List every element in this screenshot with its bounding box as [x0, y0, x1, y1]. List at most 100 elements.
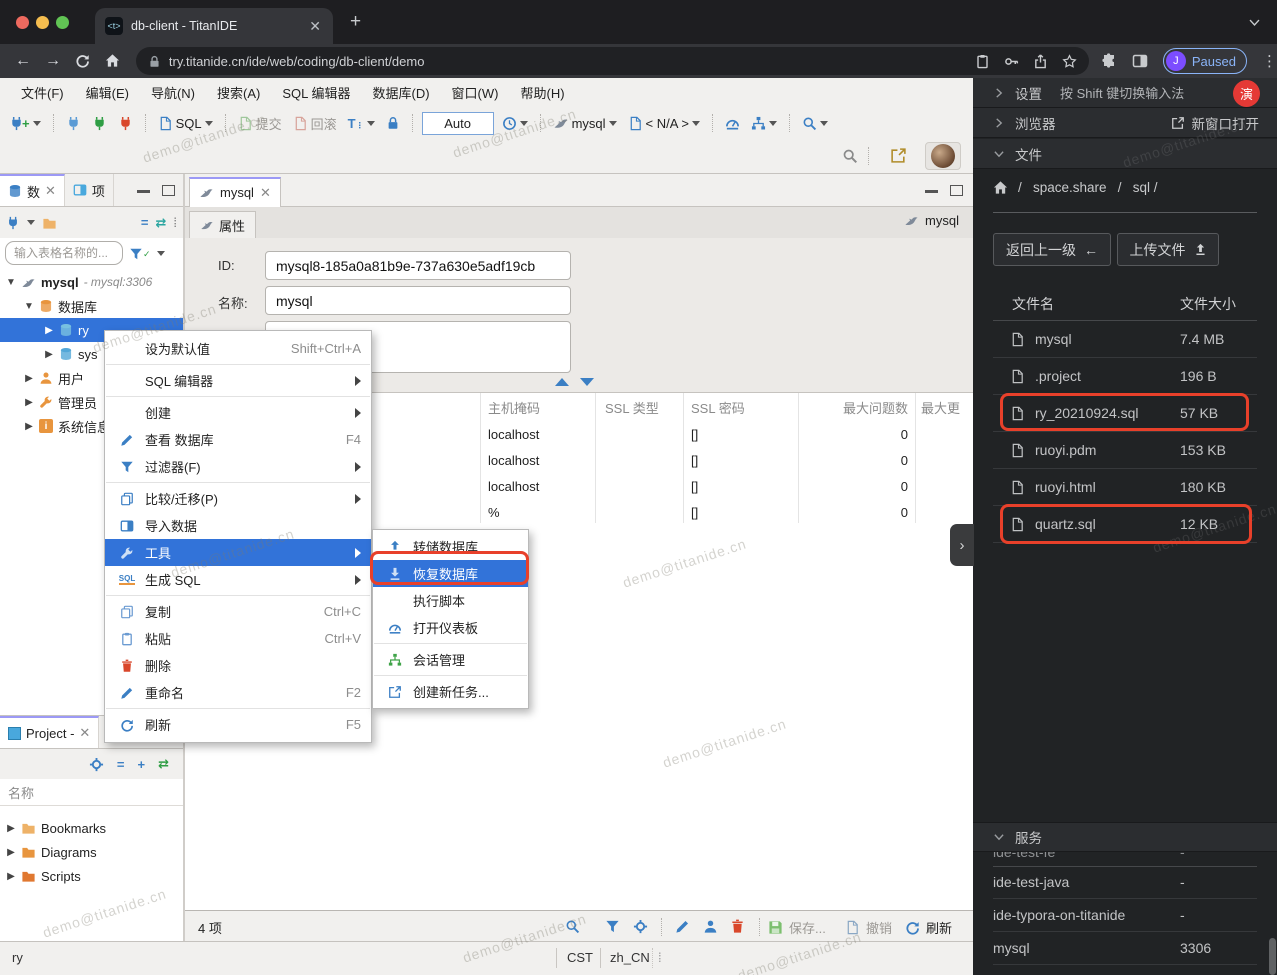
grid-cell[interactable]: 0 — [798, 447, 908, 473]
breadcrumb-path[interactable]: / space.share / sql / — [1018, 180, 1158, 195]
transaction-log-button[interactable] — [499, 114, 531, 133]
editor-tab-mysql[interactable]: mysql ✕ — [189, 176, 281, 207]
tree-node-diagrams[interactable]: ▶ Diagrams — [0, 840, 183, 864]
side-panel-icon[interactable] — [1132, 53, 1148, 70]
tab-close-icon[interactable]: ✕ — [260, 185, 271, 201]
dashboard-button[interactable] — [722, 114, 743, 133]
file-row[interactable]: ruoyi.pdm 153 KB — [993, 432, 1257, 469]
window-close-button[interactable] — [16, 16, 29, 29]
go-up-button[interactable]: 返回上一级 ← — [993, 233, 1111, 266]
clipboard-icon[interactable] — [975, 53, 990, 69]
collapse-section-icon[interactable] — [555, 378, 569, 386]
maximize-panel-icon[interactable] — [162, 184, 175, 196]
user-avatar[interactable] — [925, 142, 961, 170]
menu-item-generate-sql[interactable]: SQL 生成 SQL — [105, 566, 371, 593]
open-new-window-button[interactable]: 新窗口打开 — [1171, 113, 1259, 133]
grid-header-max-updates[interactable]: 最大更 — [921, 393, 960, 421]
grid-cell[interactable]: [] — [691, 499, 698, 525]
active-connection-select[interactable]: mysql — [550, 113, 620, 133]
menu-item-copy[interactable]: 复制 Ctrl+C — [105, 598, 371, 625]
bookmark-star-icon[interactable] — [1062, 53, 1077, 69]
grid-filter-icon[interactable] — [605, 918, 620, 934]
window-zoom-button[interactable] — [56, 16, 69, 29]
upload-file-button[interactable]: 上传文件 — [1117, 233, 1219, 266]
menu-item-create[interactable]: 创建 — [105, 399, 371, 426]
file-row[interactable]: .project 196 B — [993, 358, 1257, 395]
id-field[interactable] — [265, 251, 571, 280]
profile-button[interactable]: J Paused — [1162, 48, 1247, 74]
submenu-item-create-task[interactable]: 创建新任务... — [373, 678, 528, 705]
menu-edit[interactable]: 编辑(E) — [75, 79, 140, 106]
grid-header-ssl-cipher[interactable]: SSL 密码 — [691, 393, 745, 421]
menu-item-rename[interactable]: 重命名 F2 — [105, 679, 371, 706]
browser-tab[interactable]: <t> db-client - TitanIDE ✕ — [95, 8, 333, 44]
service-row[interactable]: ide-test-java - — [993, 866, 1257, 899]
grid-cell[interactable]: [] — [691, 473, 698, 499]
breadcrumb[interactable]: / space.share / sql / — [993, 180, 1158, 195]
statusbar-menu-icon[interactable]: ⁞ — [658, 950, 662, 965]
submenu-item-execute-script[interactable]: 执行脚本 — [373, 587, 528, 614]
tab-close-icon[interactable]: ✕ — [45, 183, 56, 199]
file-row[interactable]: mysql 7.4 MB — [993, 321, 1257, 358]
transaction-lock-icon[interactable] — [383, 114, 403, 132]
service-row[interactable]: ide-typora-on-titanide - — [993, 899, 1257, 932]
tab-close-icon[interactable]: ✕ — [79, 725, 90, 741]
menu-search[interactable]: 搜索(A) — [206, 79, 271, 106]
link-editor-icon[interactable]: ⇄ — [155, 215, 166, 231]
tree-node-connection[interactable]: ▼ mysql - mysql:3306 — [0, 270, 183, 294]
disconnect-button[interactable] — [115, 114, 136, 133]
active-schema-select[interactable]: < N/A > — [625, 114, 703, 133]
minimize-panel-icon[interactable] — [137, 185, 150, 193]
maximize-editor-icon[interactable] — [950, 184, 963, 196]
grid-cell[interactable]: [] — [691, 421, 698, 447]
grid-cell[interactable]: % — [488, 499, 500, 525]
files-section-header[interactable]: 文件 — [973, 139, 1277, 169]
grid-header-max-questions[interactable]: 最大问题数 — [798, 393, 908, 421]
new-folder-icon[interactable] — [42, 214, 57, 230]
services-section-header[interactable]: 服务 — [973, 822, 1277, 852]
reload-button[interactable] — [68, 52, 98, 70]
panel-scrollbar[interactable] — [1269, 938, 1276, 975]
file-row[interactable]: ruoyi.html 180 KB — [993, 469, 1257, 506]
extensions-puzzle-icon[interactable] — [1101, 53, 1117, 70]
tree-node-scripts[interactable]: ▶ Scripts — [0, 864, 183, 888]
view-menu-icon[interactable]: ⁞ — [173, 215, 177, 230]
commit-button[interactable]: 提交 — [235, 112, 285, 135]
submenu-item-open-dashboard[interactable]: 打开仪表板 — [373, 614, 528, 641]
grid-cell[interactable]: [] — [691, 447, 698, 473]
refresh-button[interactable]: 刷新 — [905, 918, 952, 937]
home-icon[interactable] — [993, 180, 1008, 195]
menu-navigate[interactable]: 导航(N) — [140, 79, 206, 106]
browser-section-header[interactable]: 浏览器 新窗口打开 — [973, 108, 1277, 138]
revert-button[interactable]: 撤销 — [845, 918, 892, 937]
connect-button[interactable] — [63, 114, 84, 133]
menu-item-sql-editor[interactable]: SQL 编辑器 — [105, 367, 371, 394]
collapse-all-icon[interactable]: = — [117, 757, 125, 772]
collapse-all-icon[interactable]: = — [141, 215, 149, 230]
commit-mode-select[interactable]: Auto — [421, 111, 494, 135]
grid-header-host-mask[interactable]: 主机掩码 — [488, 393, 540, 421]
home-button[interactable] — [98, 52, 128, 70]
tree-node-bookmarks[interactable]: ▶ Bookmarks — [0, 816, 183, 840]
password-key-icon[interactable] — [1004, 53, 1019, 69]
sql-editor-button[interactable]: SQL — [155, 114, 216, 133]
new-connection-button[interactable]: + — [6, 114, 44, 133]
edit-row-icon[interactable] — [675, 918, 690, 934]
grid-cell[interactable]: 0 — [798, 421, 908, 447]
grid-cell[interactable]: 0 — [798, 499, 908, 525]
reconnect-button[interactable] — [89, 114, 110, 133]
save-button[interactable]: 保存... — [768, 918, 826, 937]
grid-cell[interactable]: localhost — [488, 473, 539, 499]
forward-button[interactable]: → — [38, 52, 68, 70]
menu-item-compare-migrate[interactable]: 比较/迁移(P) — [105, 485, 371, 512]
tab-project[interactable]: Project - ✕ — [0, 716, 100, 748]
connection-dropdown-icon[interactable] — [27, 220, 35, 225]
tree-node-databases[interactable]: ▼ 数据库 — [0, 294, 183, 318]
new-connection-icon[interactable] — [6, 215, 20, 231]
grid-cell[interactable]: localhost — [488, 447, 539, 473]
menu-database[interactable]: 数据库(D) — [362, 79, 441, 106]
search-button[interactable] — [799, 114, 831, 133]
tab-projects[interactable]: 项 — [65, 174, 114, 206]
name-field[interactable] — [265, 286, 571, 315]
transaction-mode-button[interactable]: T⋮ — [345, 114, 378, 133]
